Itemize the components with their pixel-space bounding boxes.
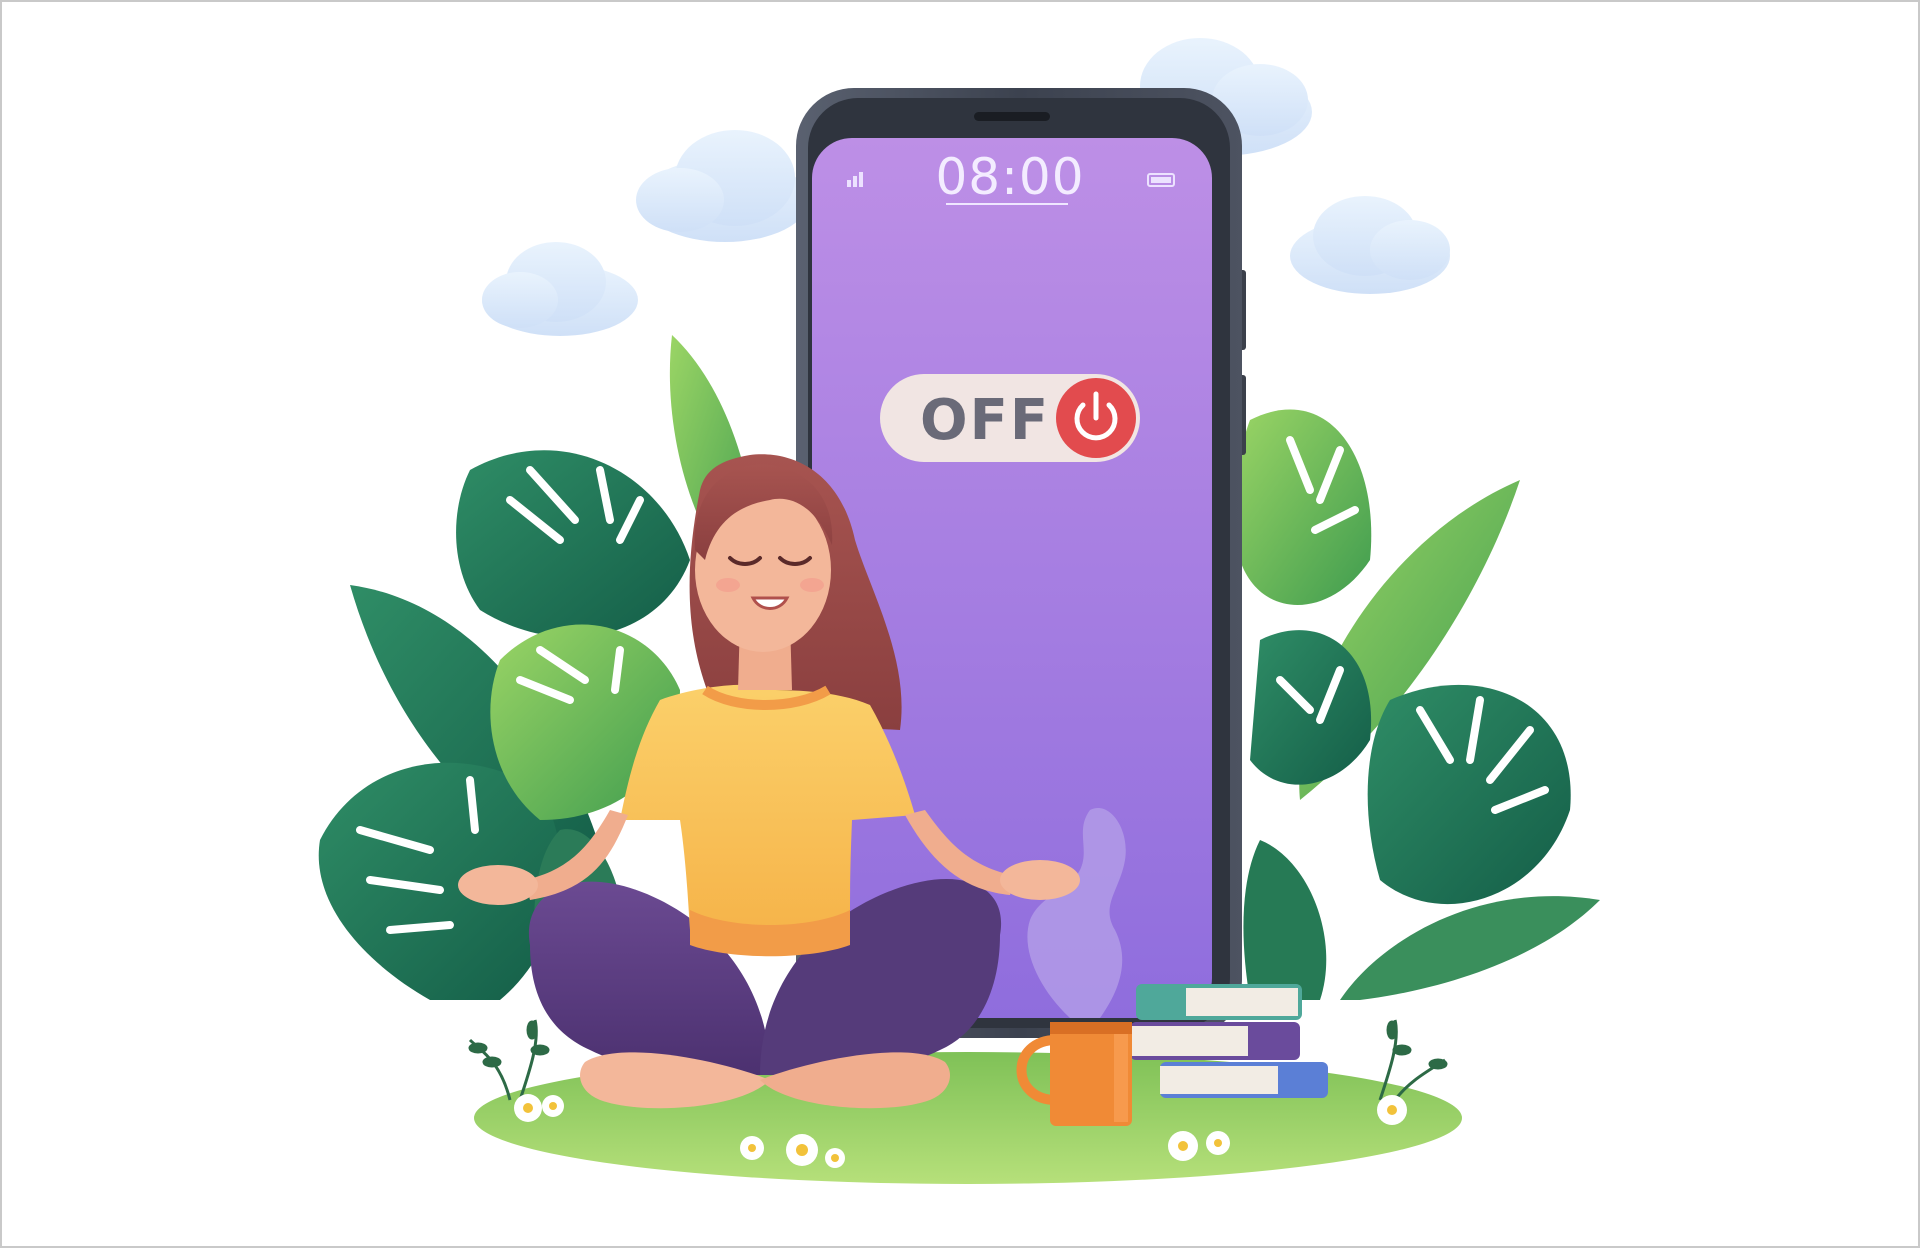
monstera-leaf-icon — [1234, 409, 1372, 605]
speaker-grill — [974, 112, 1050, 121]
monstera-leaf-icon — [456, 450, 690, 638]
daisy-icon — [1377, 1095, 1407, 1125]
cloud-icon — [482, 242, 638, 336]
foliage-right — [1234, 409, 1600, 1000]
off-label: OFF — [920, 388, 1051, 453]
clock-underline — [946, 203, 1068, 205]
cloud-icon — [636, 130, 809, 242]
phone-clock: 08:00 — [935, 148, 1085, 206]
cloud-icon — [1290, 196, 1450, 294]
